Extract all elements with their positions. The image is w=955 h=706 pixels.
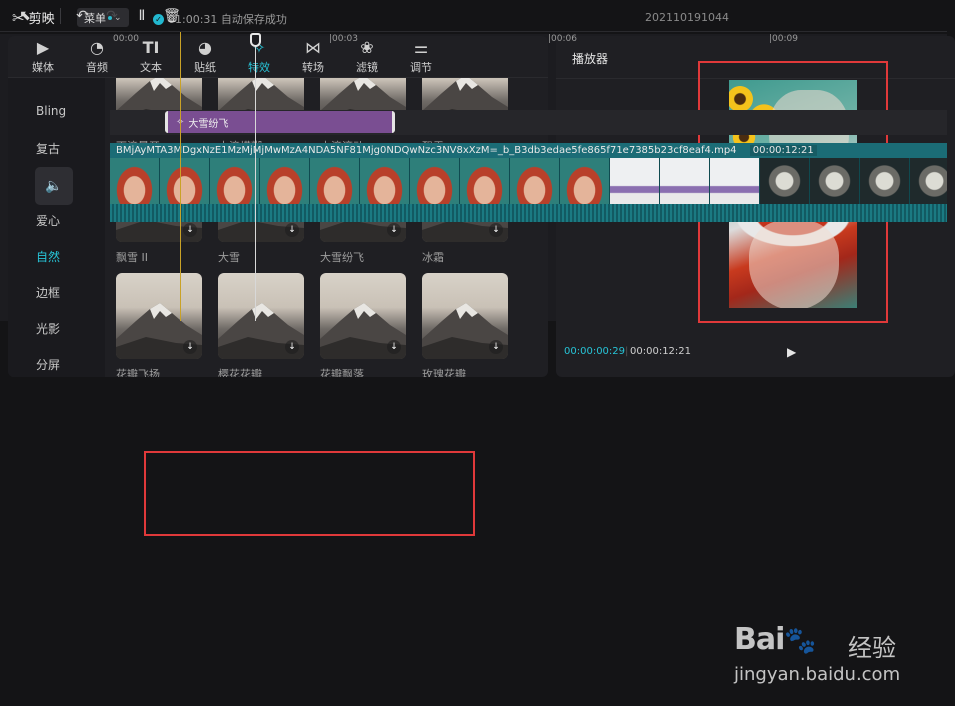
effect-label: 大雪 <box>218 251 240 264</box>
video-frame <box>810 158 860 204</box>
effect-thumbnail: ↓ <box>218 273 304 359</box>
category-item-active[interactable]: 自然 <box>36 248 60 265</box>
effect-thumbnail: ↓ <box>320 273 406 359</box>
timeline-toolbar: ⬉ ⌄ ↶ ↷ Ⅱ 🗑 <box>0 0 947 32</box>
effect-thumbnail: ↓ <box>116 273 202 359</box>
select-cursor-icon[interactable]: ⬉ <box>10 8 40 24</box>
download-icon[interactable]: ↓ <box>285 340 299 354</box>
paw-icon: 🐾 <box>784 626 816 656</box>
playhead-line <box>255 40 256 321</box>
play-button[interactable]: ▶ <box>787 345 796 359</box>
effect-label: 冰霜 <box>422 251 444 264</box>
effect-item[interactable]: ↓ 花瓣飞扬 <box>116 273 202 377</box>
ruler-label: |00:06 <box>548 34 577 44</box>
highlight-box-effect-clip <box>144 451 475 536</box>
category-item[interactable]: Bling <box>36 104 66 118</box>
download-icon[interactable]: ↓ <box>183 223 197 237</box>
video-frame <box>460 158 510 204</box>
tab-label: 转场 <box>302 61 324 74</box>
video-frame <box>360 158 410 204</box>
video-frame <box>410 158 460 204</box>
ruler-label: 00:00 <box>113 34 139 44</box>
video-frame <box>510 158 560 204</box>
tab-media[interactable]: ▶ 媒体 <box>16 36 70 78</box>
timeline-ruler[interactable]: 00:00 |00:03 |00:06 |00:09 <box>110 32 947 46</box>
playhead-handle[interactable] <box>250 33 261 47</box>
mute-audio-button[interactable]: 🔈 <box>35 167 73 205</box>
effect-item[interactable]: ↓ 玫瑰花瓣 <box>422 273 508 377</box>
effect-clip-label: 大雪纷飞 <box>188 118 229 130</box>
player-title: 播放器 <box>572 52 609 66</box>
baidu-watermark: Bai🐾 经验 jingyan.baidu.com <box>730 620 950 700</box>
category-item[interactable]: 爱心 <box>36 212 60 229</box>
time-separator: | <box>625 346 629 357</box>
tab-label: 贴纸 <box>194 61 216 74</box>
toolbar-divider <box>60 7 61 24</box>
tab-label: 文本 <box>140 61 162 74</box>
tab-label: 媒体 <box>32 61 54 74</box>
ruler-label: |00:03 <box>329 34 358 44</box>
download-icon[interactable]: ↓ <box>387 340 401 354</box>
download-icon[interactable]: ↓ <box>489 340 503 354</box>
download-icon[interactable]: ↓ <box>489 223 503 237</box>
video-frame <box>210 158 260 204</box>
split-icon[interactable]: Ⅱ <box>127 8 157 24</box>
effect-label: 玫瑰花瓣 <box>422 368 466 377</box>
video-frame <box>760 158 810 204</box>
baidu-logo: Bai🐾 <box>734 622 817 657</box>
category-item[interactable]: 分屏 <box>36 356 60 373</box>
ruler-label: |00:09 <box>769 34 798 44</box>
video-frame <box>910 158 947 204</box>
download-icon[interactable]: ↓ <box>183 340 197 354</box>
video-frame <box>160 158 210 204</box>
effect-label: 花瓣飞扬 <box>116 368 160 377</box>
effect-item[interactable]: ↓ 樱花花瓣 <box>218 273 304 377</box>
tab-label: 滤镜 <box>356 61 378 74</box>
tab-label: 音频 <box>86 61 108 74</box>
effect-item[interactable]: ↓ 花瓣飘落 <box>320 273 406 377</box>
video-frame <box>610 158 660 204</box>
download-icon[interactable]: ↓ <box>285 223 299 237</box>
category-item[interactable]: 复古 <box>36 140 60 157</box>
effect-label: 飘雪 II <box>116 251 148 264</box>
effect-clip[interactable]: ✧ 大雪纷飞 <box>165 111 395 133</box>
video-duration: 00:00:12:21 <box>749 145 817 156</box>
tab-label: 调节 <box>410 61 432 74</box>
category-item[interactable]: 光影 <box>36 320 60 337</box>
effect-thumbnail: ↓ <box>422 273 508 359</box>
tab-label: 特效 <box>248 61 270 74</box>
audio-icon: ◔ <box>90 38 104 57</box>
effect-label: 大雪纷飞 <box>320 251 364 264</box>
audio-waveform <box>110 204 947 222</box>
watermark-text: 经验 <box>848 634 896 662</box>
video-filename: BMjAyMTA3MDgxNzE1MzMjMjMwMzA4NDA5NF81Mjg… <box>116 145 737 156</box>
media-icon: ▶ <box>36 38 50 57</box>
video-frame <box>560 158 610 204</box>
video-frame <box>860 158 910 204</box>
chevron-down-icon[interactable]: ⌄ <box>40 10 54 21</box>
effect-category-list: Bling 复古 综艺 爱心 自然 边框 光影 分屏 <box>8 78 105 377</box>
video-frame <box>260 158 310 204</box>
current-time: 00:00:00:29 <box>564 346 626 357</box>
download-icon[interactable]: ↓ <box>387 223 401 237</box>
video-frame <box>660 158 710 204</box>
video-frame <box>310 158 360 204</box>
video-clip-header[interactable]: BMjAyMTA3MDgxNzE1MzMjMjMwMzA4NDA5NF81Mjg… <box>110 143 947 158</box>
effect-label: 樱花花瓣 <box>218 368 262 377</box>
marker-line <box>180 32 181 321</box>
watermark-url: jingyan.baidu.com <box>734 664 901 685</box>
redo-icon[interactable]: ↷ <box>97 8 127 24</box>
undo-icon[interactable]: ↶ <box>67 8 97 24</box>
video-frame <box>110 158 160 204</box>
category-item[interactable]: 边框 <box>36 284 60 301</box>
total-time: 00:00:12:21 <box>630 346 692 357</box>
video-frame <box>710 158 760 204</box>
video-clip-frames[interactable] <box>110 158 947 204</box>
effect-label: 花瓣飘落 <box>320 368 364 377</box>
speaker-icon: 🔈 <box>45 178 63 194</box>
delete-icon[interactable]: 🗑 <box>157 8 187 24</box>
